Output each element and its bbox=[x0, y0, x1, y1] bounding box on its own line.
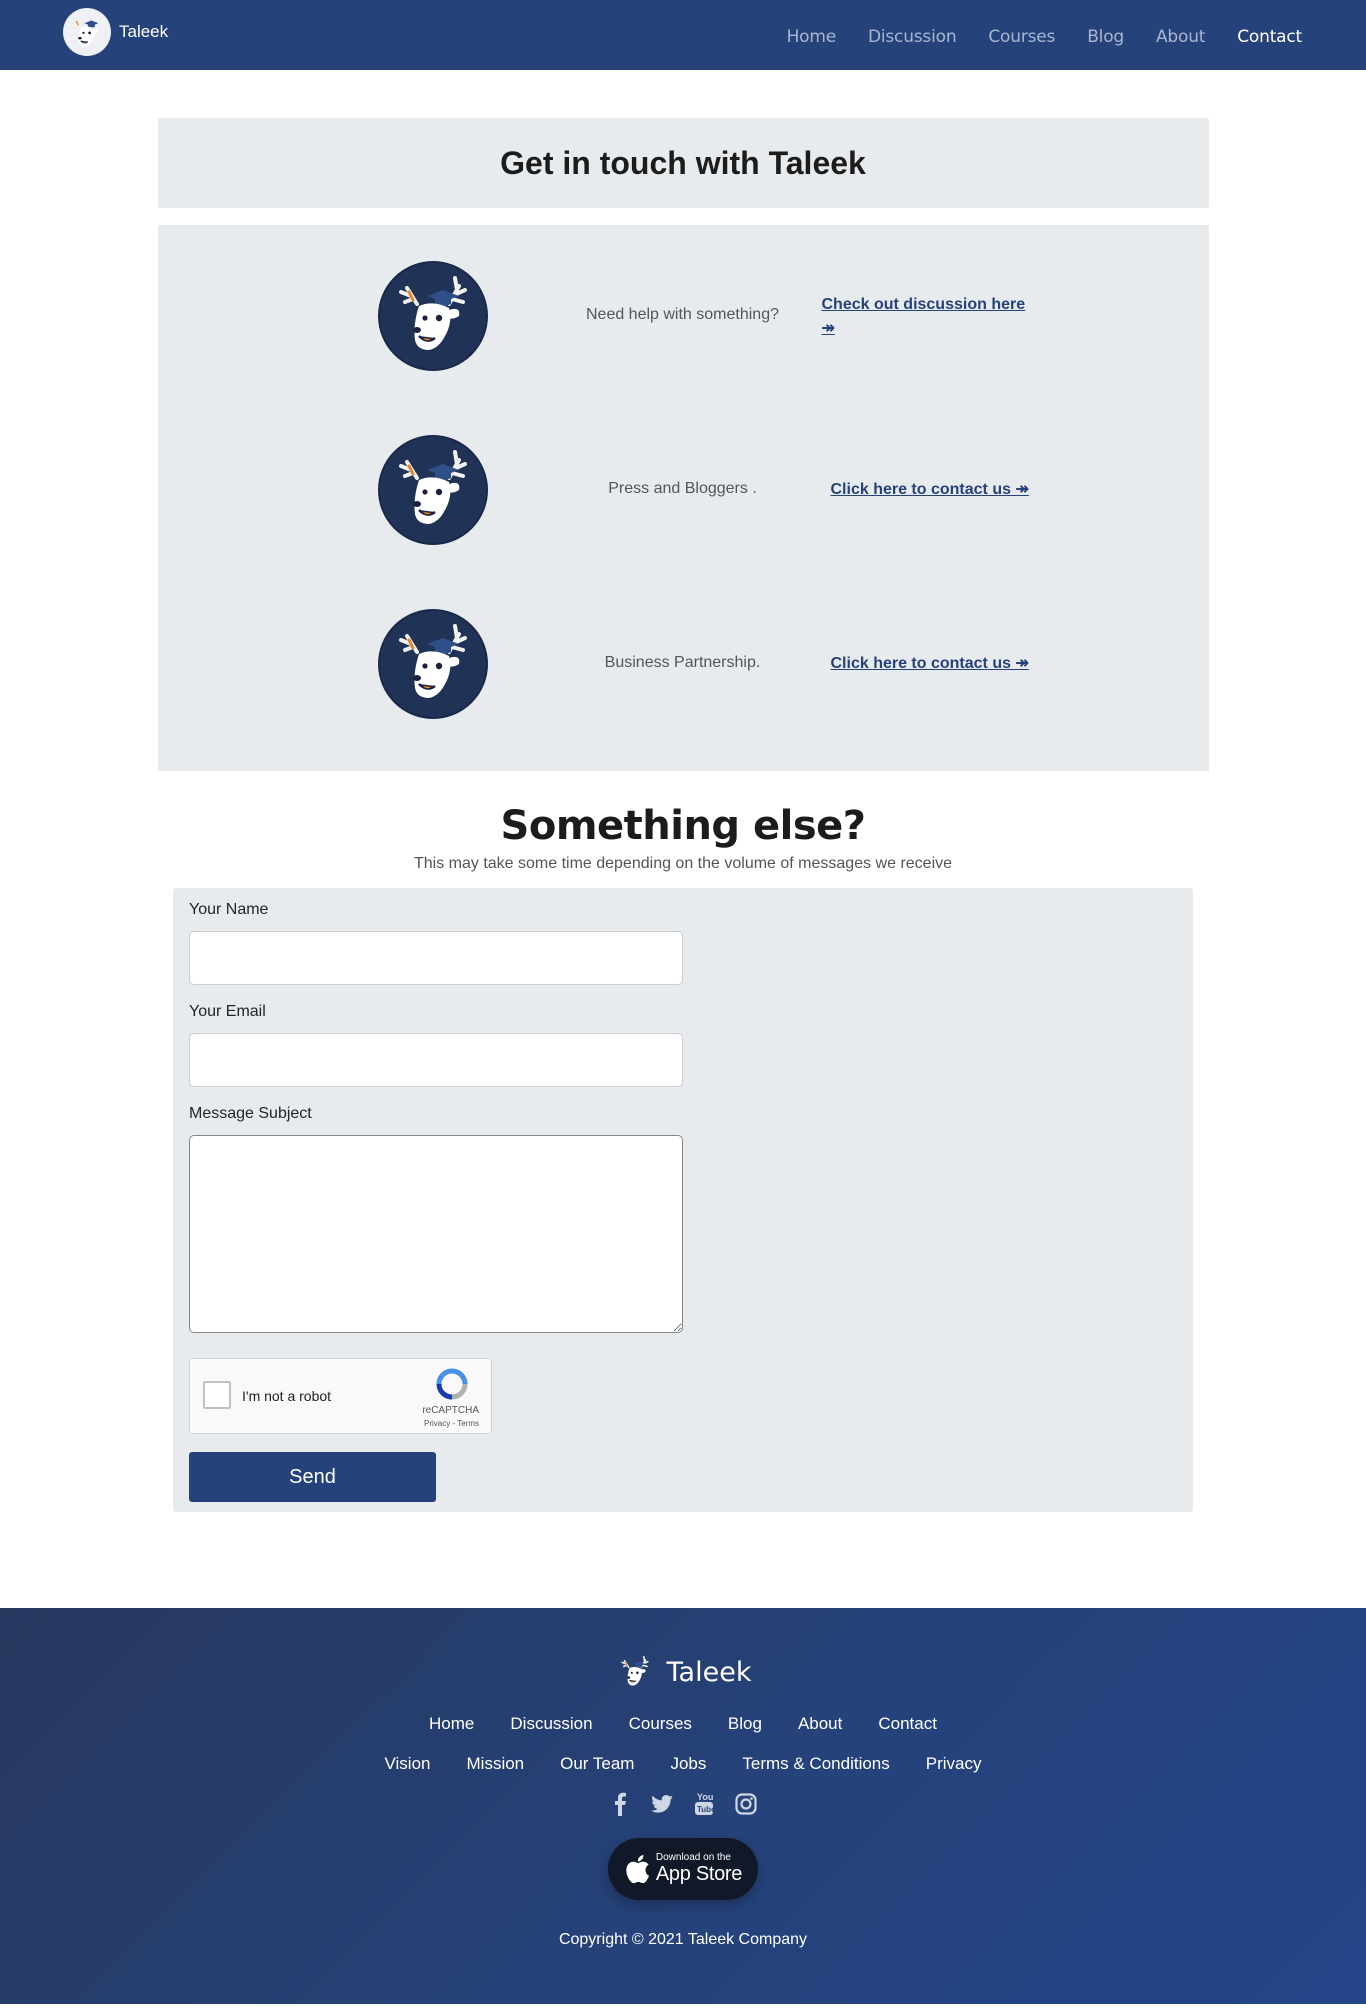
footer-link-mission[interactable]: Mission bbox=[467, 1754, 525, 1774]
footer-link-privacy[interactable]: Privacy bbox=[926, 1754, 982, 1774]
contact-row-help: Need help with something? Check out disc… bbox=[158, 261, 1209, 371]
footer: Taleek Home Discussion Courses Blog Abou… bbox=[0, 1608, 1366, 2004]
footer-link-vision[interactable]: Vision bbox=[385, 1754, 431, 1774]
recaptcha-checkbox[interactable] bbox=[203, 1381, 231, 1409]
top-navbar: Taleek Home Discussion Courses Blog Abou… bbox=[0, 0, 1366, 70]
instagram-icon[interactable] bbox=[735, 1790, 757, 1818]
nav-links: Home Discussion Courses Blog About Conta… bbox=[787, 27, 1303, 47]
nav-home[interactable]: Home bbox=[787, 27, 837, 47]
page-title: Get in touch with Taleek bbox=[500, 144, 866, 181]
contact-form: Your Name Your Email Message Subject I'm… bbox=[173, 888, 1193, 1512]
social-links: You Tube bbox=[0, 1790, 1366, 1818]
footer-links-primary: Home Discussion Courses Blog About Conta… bbox=[0, 1714, 1366, 1734]
contact-options: Need help with something? Check out disc… bbox=[157, 225, 1209, 771]
footer-link-discussion[interactable]: Discussion bbox=[510, 1714, 592, 1734]
taleek-logo-icon bbox=[63, 8, 111, 56]
name-label: Your Name bbox=[189, 901, 269, 918]
brand-link[interactable]: Taleek bbox=[63, 8, 168, 56]
form-title: Something else? bbox=[500, 803, 866, 849]
message-textarea[interactable] bbox=[189, 1135, 683, 1333]
name-input[interactable] bbox=[189, 931, 683, 985]
footer-link-jobs[interactable]: Jobs bbox=[670, 1754, 706, 1774]
appstore-small-text: Download on the bbox=[655, 1852, 731, 1863]
recaptcha-brand: reCAPTCHA bbox=[422, 1405, 479, 1416]
contact-row-press: Press and Bloggers . Click here to conta… bbox=[158, 435, 1209, 545]
deer-avatar-icon bbox=[377, 435, 488, 545]
contact-description: Need help with something? bbox=[585, 306, 779, 323]
youtube-icon[interactable]: You Tube bbox=[693, 1790, 715, 1818]
nav-discussion[interactable]: Discussion bbox=[868, 27, 957, 47]
form-subtitle: This may take some time depending on the… bbox=[413, 855, 953, 872]
deer-avatar-icon bbox=[377, 609, 488, 719]
contact-row-business: Business Partnership. Click here to cont… bbox=[158, 609, 1209, 719]
press-contact-link[interactable]: Click here to contact us ↠ bbox=[831, 480, 1051, 500]
taleek-logo-icon bbox=[615, 1652, 655, 1692]
page-header: Get in touch with Taleek bbox=[157, 118, 1209, 208]
footer-link-home[interactable]: Home bbox=[429, 1714, 474, 1734]
svg-text:You: You bbox=[697, 1792, 713, 1802]
email-label: Your Email bbox=[189, 1003, 266, 1020]
send-button[interactable]: Send bbox=[189, 1452, 436, 1502]
footer-brand: Taleek bbox=[0, 1652, 1366, 1692]
appstore-big-text: App Store bbox=[655, 1863, 743, 1885]
contact-description: Press and Bloggers . bbox=[608, 480, 757, 497]
footer-link-team[interactable]: Our Team bbox=[560, 1754, 634, 1774]
discussion-link[interactable]: Check out discussion here ↠ bbox=[822, 293, 1042, 341]
nav-blog[interactable]: Blog bbox=[1087, 27, 1124, 47]
footer-links-secondary: Vision Mission Our Team Jobs Terms & Con… bbox=[0, 1754, 1366, 1774]
recaptcha-icon bbox=[436, 1368, 468, 1400]
footer-link-blog[interactable]: Blog bbox=[728, 1714, 762, 1734]
email-input[interactable] bbox=[189, 1033, 683, 1087]
footer-link-about[interactable]: About bbox=[798, 1714, 842, 1734]
footer-link-courses[interactable]: Courses bbox=[629, 1714, 692, 1734]
deer-avatar-icon bbox=[377, 261, 488, 371]
nav-about[interactable]: About bbox=[1156, 27, 1205, 47]
subject-label: Message Subject bbox=[189, 1105, 312, 1122]
twitter-icon[interactable] bbox=[651, 1790, 673, 1818]
recaptcha-widget: I'm not a robot reCAPTCHA Privacy - Term… bbox=[189, 1358, 492, 1434]
business-contact-link[interactable]: Click here to contact us ↠ bbox=[831, 654, 1051, 674]
recaptcha-links[interactable]: Privacy - Terms bbox=[424, 1419, 479, 1428]
footer-link-terms[interactable]: Terms & Conditions bbox=[742, 1754, 889, 1774]
recaptcha-label: I'm not a robot bbox=[242, 1388, 332, 1404]
nav-contact[interactable]: Contact bbox=[1237, 27, 1302, 47]
facebook-icon[interactable] bbox=[609, 1790, 631, 1818]
contact-description: Business Partnership. bbox=[604, 654, 761, 671]
svg-text:Tube: Tube bbox=[697, 1805, 714, 1814]
apple-icon bbox=[626, 1855, 649, 1884]
footer-link-contact[interactable]: Contact bbox=[878, 1714, 937, 1734]
footer-brand-name: Taleek bbox=[666, 1656, 752, 1688]
brand-name: Taleek bbox=[119, 22, 169, 41]
copyright: Copyright © 2021 Taleek Company bbox=[558, 1931, 808, 1948]
app-store-badge[interactable]: Download on the App Store bbox=[608, 1838, 758, 1900]
nav-courses[interactable]: Courses bbox=[988, 27, 1055, 47]
